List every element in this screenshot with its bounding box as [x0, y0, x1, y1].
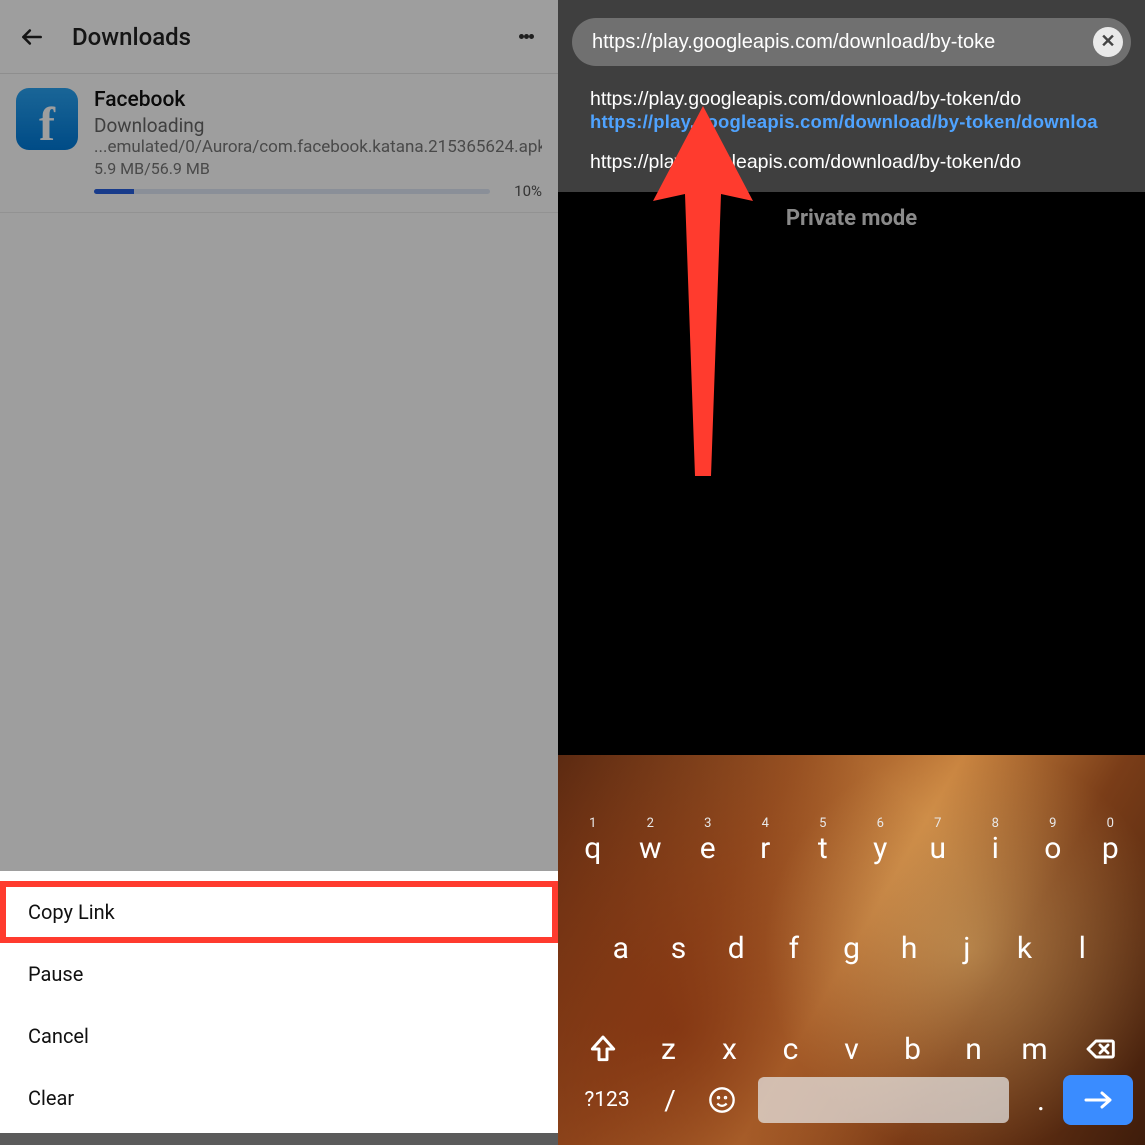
on-screen-keyboard: 1q2w3e4r5t6y7u8i9o0p asdfghjkl zxcvbnm ?… [558, 755, 1145, 1145]
space-key[interactable] [758, 1077, 1009, 1123]
download-item[interactable]: f Facebook Downloading ...emulated/0/Aur… [0, 74, 558, 213]
shift-key[interactable] [568, 1033, 638, 1065]
suggestions: https://play.googleapis.com/download/by-… [572, 66, 1131, 192]
key-g[interactable]: g [823, 916, 881, 964]
key-w[interactable]: 2w [622, 816, 680, 864]
slash-key[interactable]: / [644, 1084, 696, 1117]
key-o[interactable]: 9o [1024, 816, 1082, 864]
key-p[interactable]: 0p [1082, 816, 1140, 864]
key-c[interactable]: c [760, 1017, 821, 1065]
pause-button[interactable]: Pause [0, 943, 558, 1005]
progress-percent: 10% [500, 182, 542, 200]
key-i[interactable]: 8i [967, 816, 1025, 864]
key-f[interactable]: f [765, 916, 823, 964]
more-icon[interactable] [506, 17, 546, 57]
key-l[interactable]: l [1053, 916, 1111, 964]
symbols-key[interactable]: ?123 [570, 1088, 644, 1112]
backspace-key[interactable] [1065, 1033, 1135, 1065]
keyboard-row-1: 1q2w3e4r5t6y7u8i9o0p [564, 763, 1139, 864]
period-key[interactable]: . [1019, 1083, 1063, 1118]
keyboard-row-3: zxcvbnm [564, 964, 1139, 1065]
key-s[interactable]: s [650, 916, 708, 964]
key-y[interactable]: 6y [852, 816, 910, 864]
cancel-button[interactable]: Cancel [0, 1005, 558, 1067]
download-meta: Facebook Downloading ...emulated/0/Auror… [94, 88, 542, 200]
suggestion-2[interactable]: https://play.googleapis.com/download/by-… [590, 151, 1113, 174]
download-path: ...emulated/0/Aurora/com.facebook.katana… [94, 137, 542, 157]
facebook-app-icon: f [16, 88, 78, 150]
page-title: Downloads [72, 23, 191, 51]
suggestion-1-url: https://play.googleapis.com/download/by-… [590, 111, 1113, 133]
key-z[interactable]: z [638, 1017, 699, 1065]
download-status: Downloading [94, 114, 542, 137]
key-b[interactable]: b [882, 1017, 943, 1065]
key-h[interactable]: h [880, 916, 938, 964]
enter-key[interactable] [1063, 1075, 1133, 1125]
copy-link-button[interactable]: Copy Link [0, 881, 558, 943]
clear-button[interactable]: Clear [0, 1067, 558, 1129]
key-t[interactable]: 5t [794, 816, 852, 864]
key-a[interactable]: a [592, 916, 650, 964]
downloads-header: Downloads [0, 0, 558, 74]
key-x[interactable]: x [699, 1017, 760, 1065]
key-q[interactable]: 1q [564, 816, 622, 864]
download-size: 5.9 MB/56.9 MB [94, 159, 542, 178]
browser-pane: https://play.googleapis.com/download/by-… [558, 0, 1145, 1145]
key-v[interactable]: v [821, 1017, 882, 1065]
key-m[interactable]: m [1004, 1017, 1065, 1065]
key-d[interactable]: d [707, 916, 765, 964]
suggestion-1[interactable]: https://play.googleapis.com/download/by-… [590, 88, 1113, 133]
key-n[interactable]: n [943, 1017, 1004, 1065]
address-text[interactable]: https://play.googleapis.com/download/by-… [592, 31, 1093, 54]
downloads-pane: Downloads f Facebook Downloading ...emul… [0, 0, 558, 1145]
download-name: Facebook [94, 88, 542, 112]
progress-bar [94, 189, 490, 194]
key-j[interactable]: j [938, 916, 996, 964]
key-r[interactable]: 4r [737, 816, 795, 864]
clear-icon[interactable]: ✕ [1093, 27, 1123, 57]
key-e[interactable]: 3e [679, 816, 737, 864]
key-k[interactable]: k [996, 916, 1054, 964]
address-bar-container: https://play.googleapis.com/download/by-… [558, 0, 1145, 192]
address-bar[interactable]: https://play.googleapis.com/download/by-… [572, 18, 1131, 66]
suggestion-1-text: https://play.googleapis.com/download/by-… [590, 88, 1113, 111]
emoji-key[interactable] [696, 1086, 748, 1114]
keyboard-row-2: asdfghjkl [564, 864, 1139, 965]
key-u[interactable]: 7u [909, 816, 967, 864]
nav-bar-hint [0, 1133, 558, 1145]
back-icon[interactable] [12, 17, 52, 57]
private-mode-label: Private mode [558, 206, 1145, 231]
keyboard-row-4: ?123 / . [564, 1065, 1139, 1139]
action-sheet: Copy Link Pause Cancel Clear [0, 871, 558, 1145]
